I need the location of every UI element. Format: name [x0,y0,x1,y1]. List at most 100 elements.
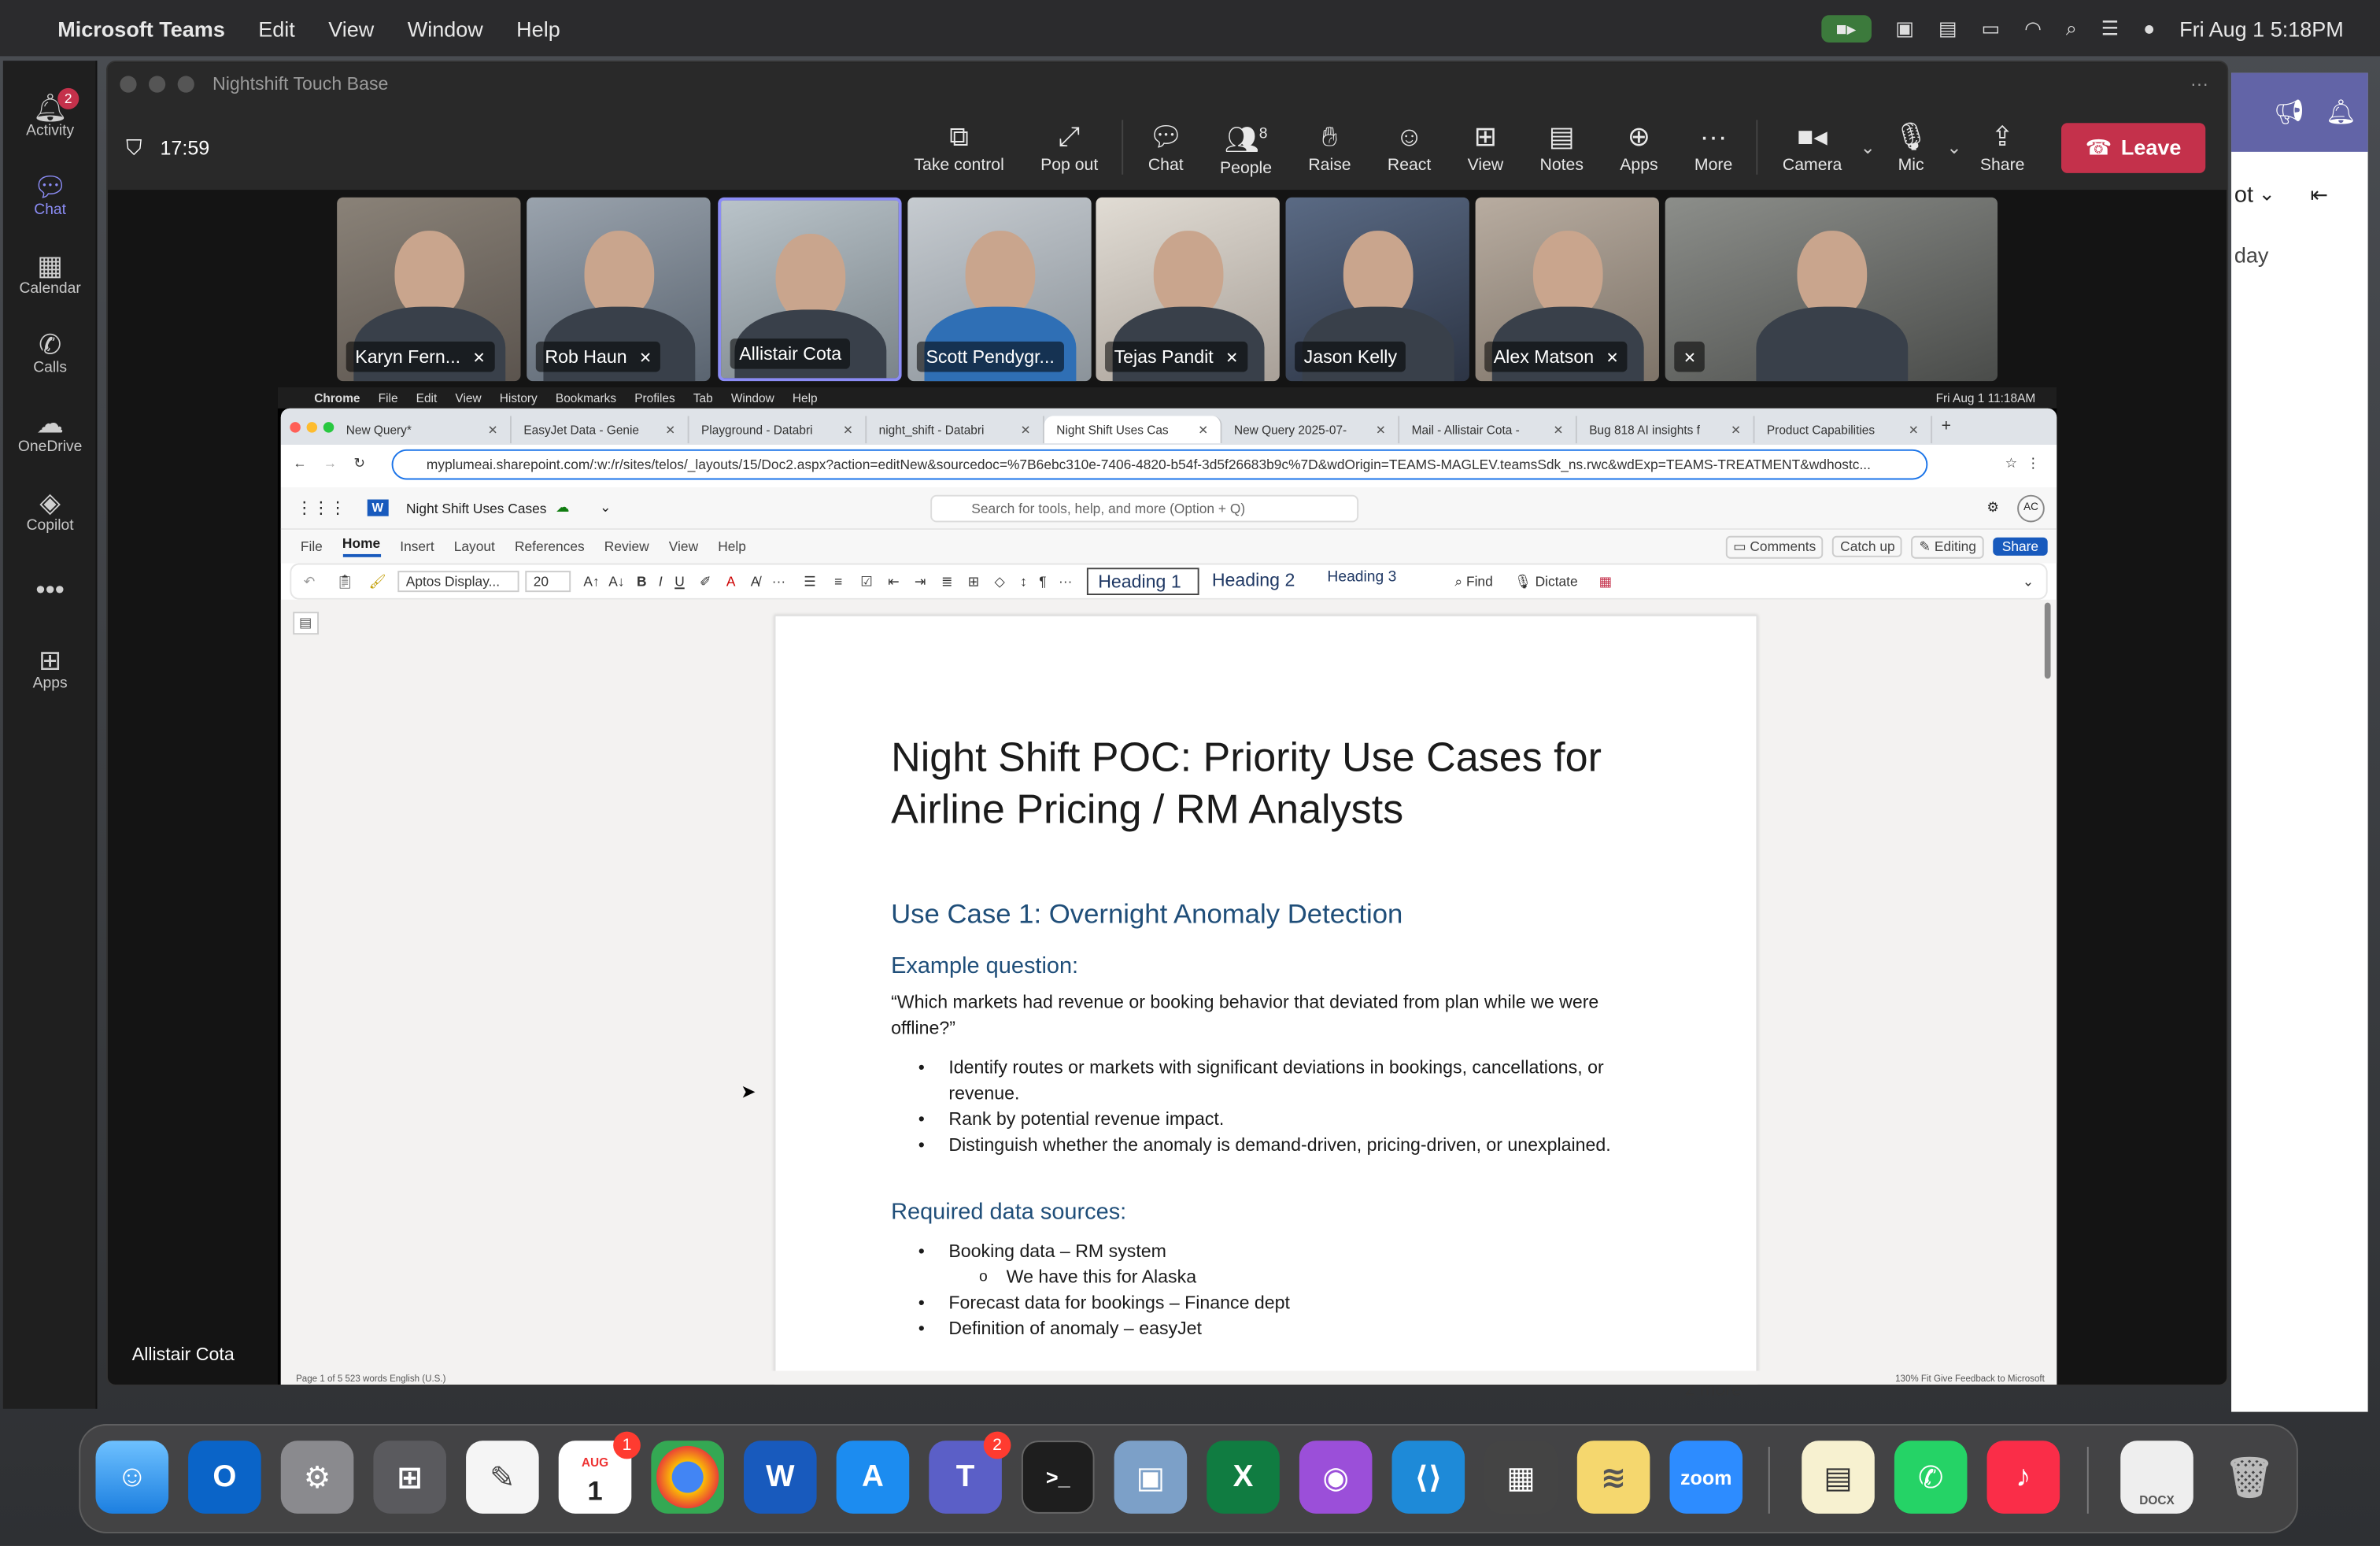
chevron-down-icon[interactable]: ⌄ [600,500,612,516]
font-color-icon[interactable]: A [726,574,736,589]
browser-tab[interactable]: Mail - Allistair Cota - ✕ [1399,416,1577,444]
spacing-icon[interactable]: ↕ [1020,574,1027,589]
ribbon-tab-insert[interactable]: Insert [400,539,434,554]
participant-tile[interactable]: ✕ [1665,197,1998,382]
checklist-icon[interactable]: ☑ [860,573,873,590]
finder-icon[interactable]: ☺ [95,1441,169,1514]
docx-file-icon[interactable]: DOCX [2120,1441,2193,1514]
shrink-font-icon[interactable]: A↓ [608,574,624,589]
menu-clock[interactable]: Fri Aug 1 5:18PM [2179,16,2344,40]
video-status-icon[interactable]: ■▸ [1820,14,1872,43]
browser-tab[interactable]: Product Capabilities ✕ [1754,416,1933,444]
address-bar[interactable]: myplumeai.sharepoint.com/:w:/r/sites/tel… [391,449,1928,480]
highlight-icon[interactable]: ✐ [700,573,711,590]
grow-font-icon[interactable]: A↑ [583,574,599,589]
calculator-icon[interactable]: ▦ [1484,1441,1558,1514]
bullets-icon[interactable]: ☰ [804,573,816,590]
clear-format-icon[interactable]: A̸ [751,574,760,589]
siri-icon[interactable]: ● [2143,17,2155,39]
ribbon-tab-home[interactable]: Home [342,536,381,557]
undo-icon[interactable]: ↶ [304,573,316,590]
forward-icon[interactable]: → [323,456,337,471]
participant-tile[interactable]: Karyn Fern... ✕ [337,197,521,382]
ribbon-tab-layout[interactable]: Layout [454,539,495,554]
browser-tab[interactable]: EasyJet Data - Genie ✕ [512,416,689,444]
window-more-icon[interactable]: ··· [2190,73,2208,94]
borders-icon[interactable]: ⊞ [968,573,980,590]
participant-tile[interactable]: Rob Haun ✕ [527,197,711,382]
notes-icon[interactable]: ▤ [1802,1441,1875,1514]
share-button[interactable]: ⇪ Share [1962,105,2043,190]
outlook-status-icon[interactable]: ▤ [1938,16,1957,40]
ribbon-tab-file[interactable]: File [301,539,323,554]
style-heading-1[interactable]: Heading 1 [1087,568,1200,596]
font-size-select[interactable]: 20 [526,571,571,593]
podcasts-icon[interactable]: ◉ [1299,1441,1373,1514]
participant-tile[interactable]: Alex Matson ✕ [1475,197,1659,382]
share-doc-button[interactable]: Share [1993,537,2048,556]
ribbon-tab-help[interactable]: Help [718,539,746,554]
increase-indent-icon[interactable]: ⇥ [915,573,926,590]
take-control-button[interactable]: ⧉ Take control [896,105,1022,190]
leave-button[interactable]: ☎ Leave [2060,122,2206,172]
view-button[interactable]: ⊞ View [1449,105,1521,190]
textedit-icon[interactable]: ✎ [466,1441,539,1514]
launchpad-icon[interactable]: ⊞ [373,1441,447,1514]
rail-item-more[interactable]: ••• [3,549,98,628]
search-icon[interactable]: ⌕ [2066,16,2077,40]
word-icon[interactable]: W [744,1441,817,1514]
rail-item-calendar[interactable]: ▦ Calendar [3,234,98,313]
system-settings-icon[interactable]: ⚙ [280,1441,354,1514]
rail-item-apps[interactable]: ⊞ Apps [3,628,98,707]
add-ins-icon[interactable]: ▦ [1599,573,1612,590]
notes-button[interactable]: ▤ Notes [1521,105,1602,190]
italic-icon[interactable]: I [659,574,663,589]
camera-options-chevron-icon[interactable]: ⌄ [1860,137,1875,158]
document-scrollbar[interactable] [2044,602,2051,679]
trash-icon[interactable]: 🗑︎ [2213,1441,2286,1514]
rail-item-onedrive[interactable]: ☁ OneDrive [3,392,98,471]
more-paragraph-icon[interactable]: ··· [1059,574,1072,589]
app-store-icon[interactable]: A [836,1441,910,1514]
participant-tile-active-speaker[interactable]: Allistair Cota [718,197,902,382]
terminal-icon[interactable]: >_ [1021,1441,1095,1514]
ribbon-tab-review[interactable]: Review [604,539,649,554]
browser-tab[interactable]: Bug 818 AI insights f ✕ [1577,416,1755,444]
reload-icon[interactable]: ↻ [353,456,365,472]
people-button[interactable]: 👥︎8 People [1202,105,1290,190]
new-tab-icon[interactable]: + [1942,417,1951,435]
style-heading-3[interactable]: Heading 3 [1318,568,1431,595]
menu-app-name[interactable]: Microsoft Teams [57,16,225,40]
browser-tab[interactable]: New Query 2025-07- ✕ [1222,416,1400,444]
control-center-icon[interactable]: ☰ [2101,16,2119,40]
settings-icon[interactable]: ⚙ [1986,500,1999,516]
megaphone-icon[interactable]: 📢︎ [2274,97,2304,128]
clipboard-icon[interactable]: 📋︎ [336,573,353,590]
window-close-button[interactable] [120,75,137,92]
more-format-icon[interactable]: ··· [772,574,785,589]
browser-tab[interactable]: New Query* ✕ [334,416,512,444]
chrome-icon[interactable] [651,1441,724,1514]
search-input[interactable]: Search for tools, help, and more (Option… [930,494,1359,523]
font-family-select[interactable]: Aptos Display... [398,571,520,593]
status-zoom-info[interactable]: 130% Fit Give Feedback to Microsoft [1895,1374,2045,1384]
browser-tab[interactable]: night_shift - Databri ✕ [867,416,1044,444]
preview-icon[interactable]: ▣ [1114,1441,1188,1514]
ribbon-collapse-chevron-icon[interactable]: ⌄ [2023,573,2034,590]
document-page[interactable]: Night Shift POC: Priority Use Cases for … [774,615,1758,1385]
collapse-panel-icon[interactable]: ⇤ [2310,182,2328,208]
mic-button[interactable]: 🎙︎ Mic [1876,105,1946,190]
comments-button[interactable]: ▭ Comments [1725,534,1824,558]
align-icon[interactable]: ≣ [941,573,953,590]
participant-tile[interactable]: Scott Pendygr... [907,197,1092,382]
ribbon-tab-references[interactable]: References [515,539,585,554]
catch-up-button[interactable]: Catch up [1832,535,1903,557]
notification-icon[interactable]: 🔔︎ [2326,97,2356,128]
dictate-button[interactable]: 🎙︎ Dictate [1514,573,1578,590]
style-heading-2[interactable]: Heading 2 [1203,568,1315,595]
menu-icon[interactable]: ⋮ [2027,456,2040,472]
rail-item-chat[interactable]: 💬︎ Chat [3,155,98,234]
wifi-icon[interactable]: ◠ [2024,16,2042,40]
decrease-indent-icon[interactable]: ⇤ [888,573,900,590]
calendar-app-icon[interactable]: AUG 1 1 [558,1431,641,1514]
